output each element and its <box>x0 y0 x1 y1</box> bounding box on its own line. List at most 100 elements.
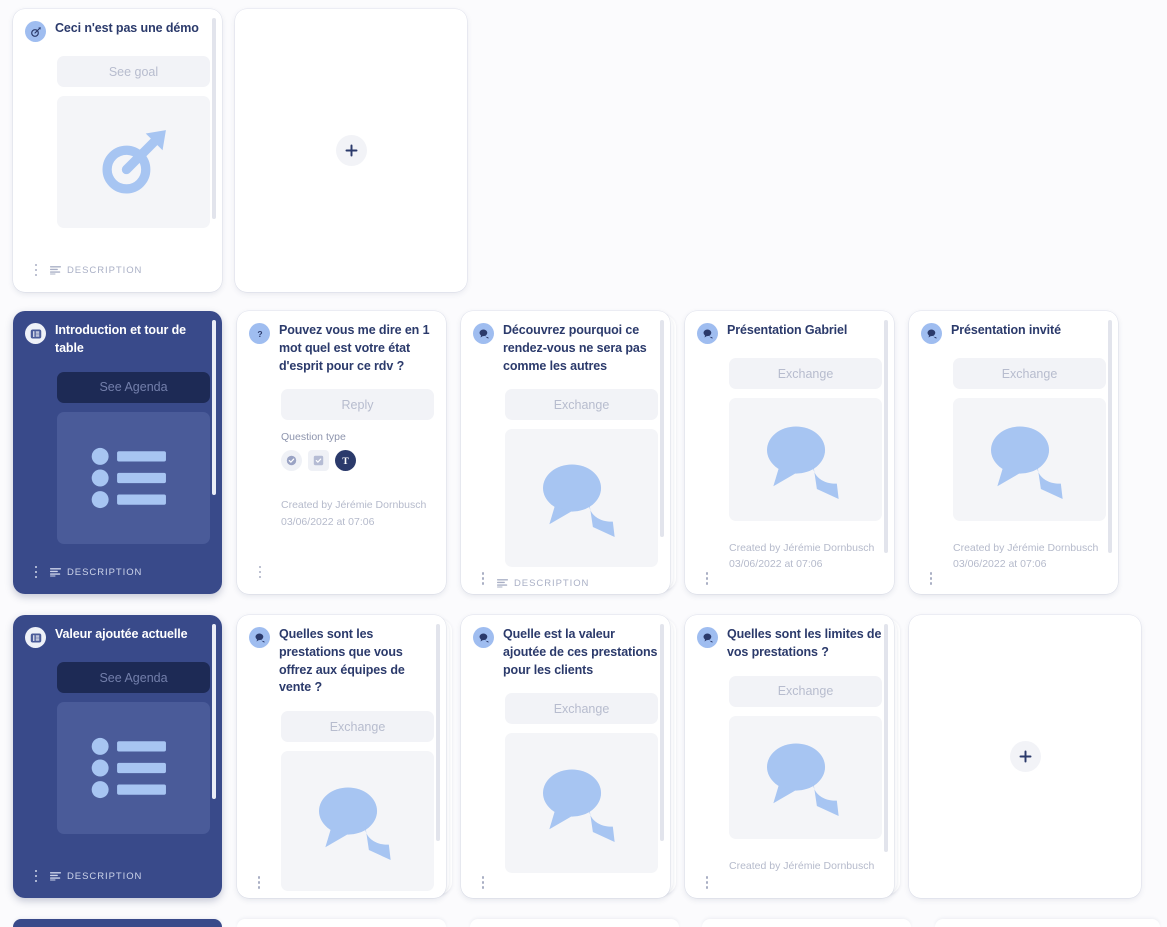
exchange-icon <box>473 627 494 648</box>
chat-illustration <box>729 398 882 521</box>
card-menu-button[interactable] <box>921 572 941 585</box>
exchange-icon <box>249 627 270 648</box>
chat-illustration <box>729 715 882 839</box>
exchange-button[interactable]: Exchange <box>729 675 882 707</box>
card-title: Présentation invité <box>951 323 1061 337</box>
card-scrollbar[interactable] <box>212 624 216 889</box>
card-menu-button[interactable] <box>25 263 46 277</box>
card-body: Présentation invité Exchange Created by … <box>909 311 1118 594</box>
multiple-choice-icon[interactable] <box>308 450 329 472</box>
card-meta: Created by Jérémie Dornbusch <box>729 859 875 872</box>
card-menu-button[interactable] <box>473 876 493 889</box>
goal-card[interactable]: Ceci n'est pas une démo See goal DESCRIP… <box>13 9 222 292</box>
card-menu-button[interactable] <box>473 572 493 585</box>
add-card-placeholder[interactable] <box>235 9 467 292</box>
agenda-card[interactable]: Introduction et tour de table See Agenda <box>13 311 222 594</box>
card-menu-button[interactable] <box>697 572 717 585</box>
card-slot: Présentation invité Exchange Created by … <box>909 311 1118 594</box>
add-card-button[interactable] <box>335 135 367 166</box>
exchange-icon <box>697 627 718 648</box>
card-slot: Présentation Gabriel Exchange Created by… <box>685 311 894 594</box>
card-slot: ? Pouvez vous me dire en 1 mot quel est … <box>237 311 446 594</box>
card-slot: Découvrez pourquoi ce rendez-vous ne ser… <box>461 311 676 594</box>
card-scrollbar[interactable] <box>212 320 216 585</box>
card-title: Découvrez pourquoi ce rendez-vous ne ser… <box>503 323 647 373</box>
description-link[interactable]: DESCRIPTION <box>497 578 589 589</box>
svg-text:T: T <box>342 456 349 467</box>
target-illustration <box>57 96 210 228</box>
exchange-card[interactable]: Découvrez pourquoi ce rendez-vous ne ser… <box>461 311 670 594</box>
exchange-button[interactable]: Exchange <box>281 711 434 742</box>
see-agenda-button[interactable]: See Agenda <box>57 371 210 403</box>
card-title: Ceci n'est pas une démo <box>55 21 199 35</box>
description-label: DESCRIPTION <box>514 577 590 589</box>
free-text-icon[interactable]: T <box>335 450 356 472</box>
plus-icon <box>1019 750 1031 763</box>
agenda-card[interactable]: Valeur ajoutée actuelle See Agenda DESCR… <box>13 615 222 898</box>
card-header: Découvrez pourquoi ce rendez-vous ne ser… <box>473 322 658 375</box>
reply-button[interactable]: Reply <box>281 389 434 421</box>
card-header: Introduction et tour de table <box>25 322 210 358</box>
exchange-card[interactable]: Présentation invité Exchange Created by … <box>909 311 1118 594</box>
card-scrollbar[interactable] <box>884 320 888 585</box>
card-header: Présentation invité <box>921 322 1106 344</box>
card-body: Valeur ajoutée actuelle See Agenda <box>13 615 222 863</box>
card-header: Présentation Gabriel <box>697 322 882 344</box>
card-menu-button[interactable] <box>25 565 46 579</box>
single-choice-icon[interactable] <box>281 450 302 472</box>
card-title: Quelles sont les prestations que vous of… <box>279 627 405 695</box>
card-scrollbar[interactable] <box>884 624 888 889</box>
exchange-icon <box>473 323 494 344</box>
card-scrollbar[interactable] <box>660 624 664 889</box>
card-footer: DESCRIPTION <box>13 559 222 594</box>
card-header: ? Pouvez vous me dire en 1 mot quel est … <box>249 322 434 375</box>
card-body: ? Pouvez vous me dire en 1 mot quel est … <box>237 311 446 559</box>
card-header: Quelles sont les limites de vos prestati… <box>697 626 882 662</box>
list-illustration <box>57 702 210 834</box>
exchange-button[interactable]: Exchange <box>729 358 882 389</box>
card-body: Introduction et tour de table See Agenda <box>13 311 222 559</box>
description-link[interactable]: DESCRIPTION <box>50 871 142 882</box>
card-scrollbar[interactable] <box>212 18 216 283</box>
card-footer <box>237 559 446 594</box>
exchange-card[interactable]: Quelles sont les limites de vos prestati… <box>685 615 894 898</box>
description-link[interactable]: DESCRIPTION <box>50 567 142 578</box>
exchange-button[interactable]: Exchange <box>953 358 1106 389</box>
description-icon <box>50 871 61 881</box>
add-card-placeholder[interactable] <box>909 615 1141 898</box>
card-title: Quelle est la valeur ajoutée de ces pres… <box>503 627 658 677</box>
plus-icon <box>345 144 357 157</box>
description-link[interactable]: DESCRIPTION <box>50 265 142 276</box>
card-meta: Created by Jérémie Dornbusch 03/06/2022 … <box>953 542 1099 571</box>
question-card[interactable]: ? Pouvez vous me dire en 1 mot quel est … <box>237 311 446 594</box>
see-agenda-button[interactable]: See Agenda <box>57 662 210 693</box>
card-footer: DESCRIPTION <box>473 573 658 593</box>
card-title: Introduction et tour de table <box>55 323 187 355</box>
exchange-button[interactable]: Exchange <box>505 693 658 725</box>
card-scrollbar[interactable] <box>436 624 440 889</box>
see-goal-button[interactable]: See goal <box>57 56 210 87</box>
exchange-card[interactable]: Présentation Gabriel Exchange Created by… <box>685 311 894 594</box>
exchange-button[interactable]: Exchange <box>505 389 658 421</box>
card-footer: DESCRIPTION <box>13 863 222 898</box>
question-icon: ? <box>249 323 270 344</box>
chat-illustration <box>505 429 658 568</box>
card-slot <box>235 9 467 292</box>
board-row-2: Introduction et tour de table See Agenda <box>0 311 1167 594</box>
add-card-button[interactable] <box>1009 741 1041 772</box>
card-header: Ceci n'est pas une démo <box>25 20 210 42</box>
card-menu-button[interactable] <box>249 876 269 889</box>
exchange-card[interactable]: Quelle est la valeur ajoutée de ces pres… <box>461 615 670 898</box>
card-slot: Ceci n'est pas une démo See goal DESCRIP… <box>13 9 222 292</box>
card-menu-button[interactable] <box>25 869 46 883</box>
card-body: Présentation Gabriel Exchange Created by… <box>685 311 894 594</box>
exchange-card[interactable]: Quelles sont les prestations que vous of… <box>237 615 446 898</box>
card-scrollbar[interactable] <box>1108 320 1112 585</box>
card-slot: Introduction et tour de table See Agenda <box>13 311 222 594</box>
card-header: Quelle est la valeur ajoutée de ces pres… <box>473 626 658 679</box>
card-body: Quelles sont les prestations que vous of… <box>237 615 446 898</box>
card-menu-button[interactable] <box>697 876 717 889</box>
card-menu-button[interactable] <box>249 565 270 579</box>
card-scrollbar[interactable] <box>660 320 664 585</box>
description-label: DESCRIPTION <box>67 566 143 578</box>
